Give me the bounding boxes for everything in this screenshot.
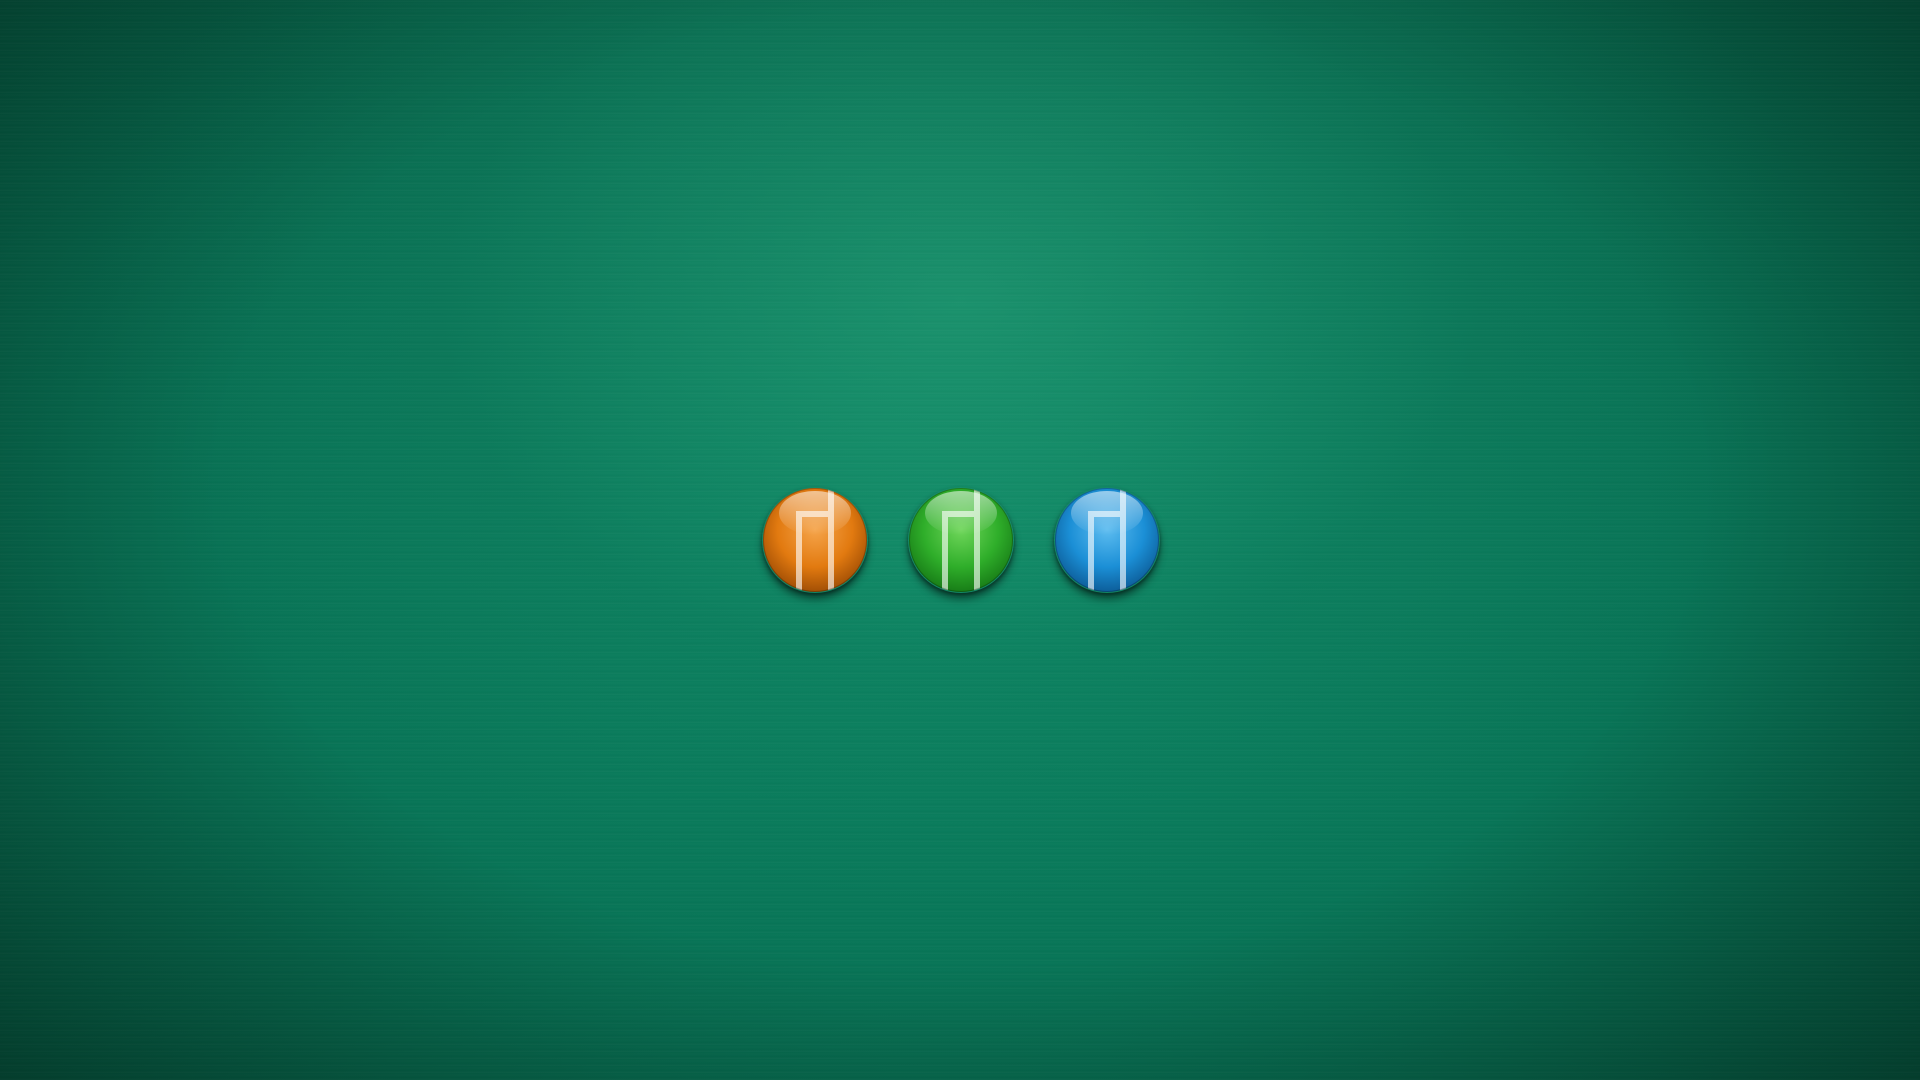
mandriva-blue-icon <box>1054 487 1160 593</box>
logo-row <box>0 487 1920 597</box>
desktop-wallpaper <box>0 0 1920 1080</box>
mandriva-orange-icon <box>762 487 868 593</box>
mandriva-green-icon <box>908 487 1014 593</box>
